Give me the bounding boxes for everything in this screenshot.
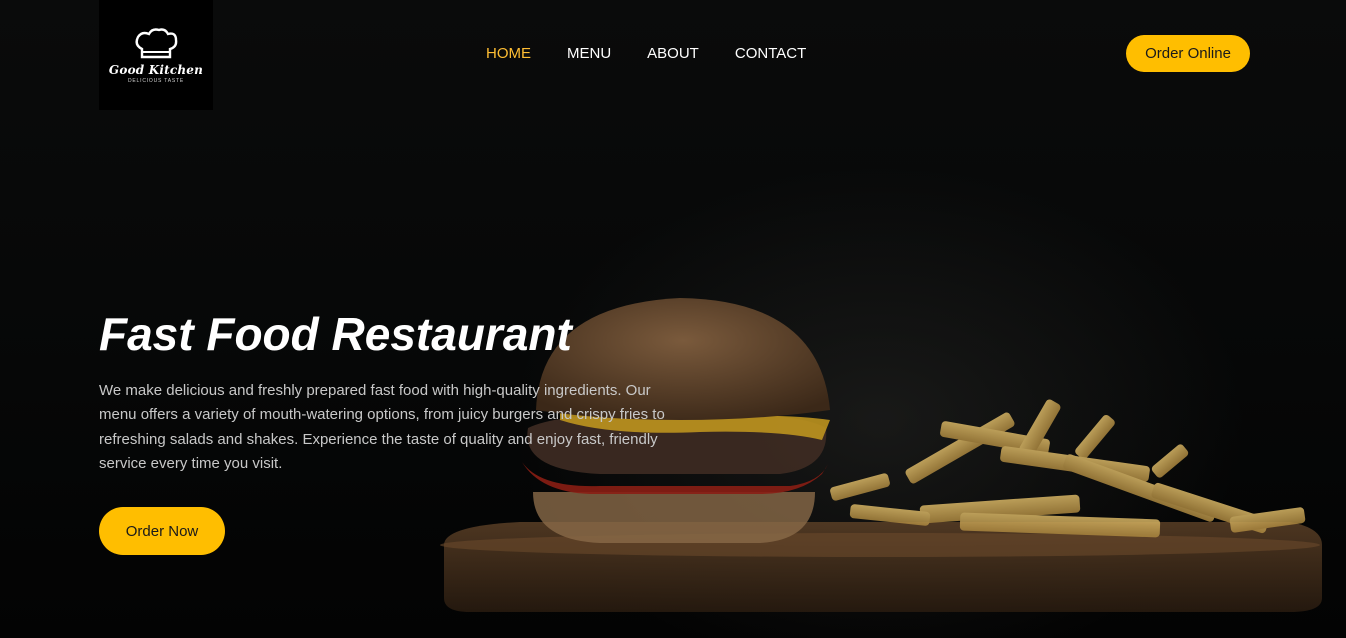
hero-description: We make delicious and freshly prepared f… — [99, 382, 665, 472]
main-nav: HOME MENU ABOUT CONTACT — [486, 44, 842, 64]
nav-item-home[interactable]: HOME — [486, 44, 531, 64]
order-now-button[interactable]: Order Now — [99, 507, 225, 555]
brand-name: Good Kitchen — [108, 62, 204, 77]
chef-hat-icon — [135, 27, 178, 58]
nav-item-contact[interactable]: CONTACT — [735, 44, 806, 64]
order-online-button[interactable]: Order Online — [1126, 35, 1250, 72]
nav-item-about[interactable]: ABOUT — [647, 44, 699, 64]
brand-tagline: DELICIOUS TASTE — [128, 77, 184, 84]
nav-item-menu[interactable]: MENU — [567, 44, 611, 64]
logo[interactable]: Good Kitchen DELICIOUS TASTE — [99, 0, 213, 110]
hero-title: Fast Food Restaurant — [99, 308, 572, 360]
